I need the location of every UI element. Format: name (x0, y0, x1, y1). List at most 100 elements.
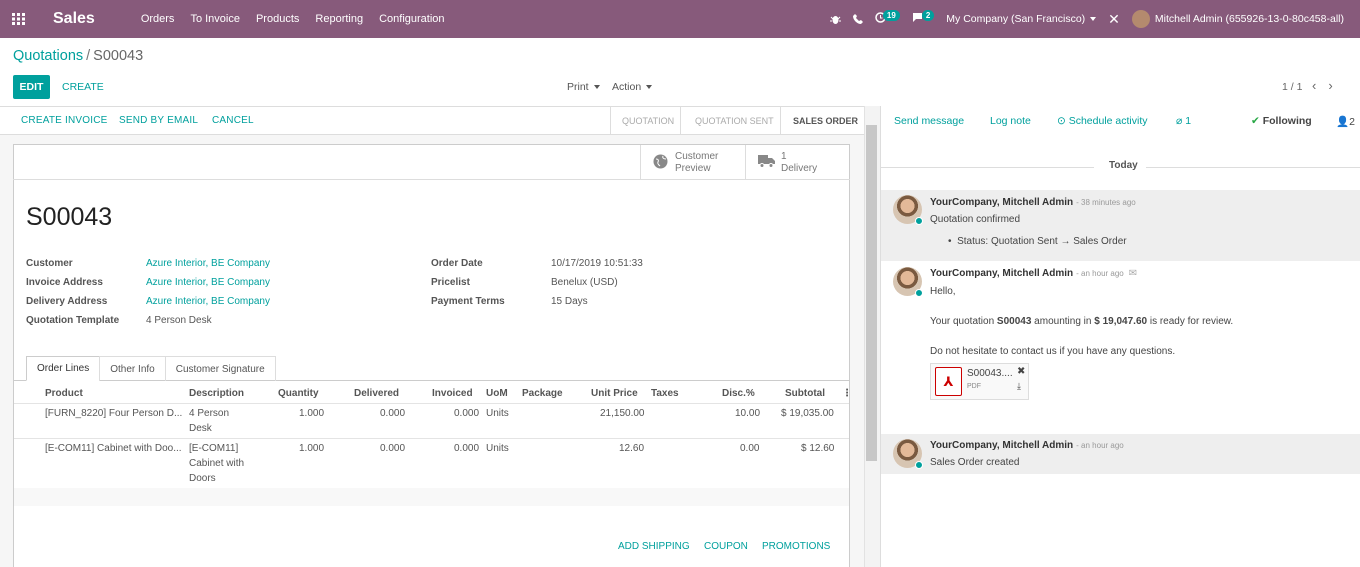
row1-description[interactable]: 4 Person Desk (189, 406, 229, 436)
delivery-count: 1 (781, 150, 787, 162)
online-status-icon (915, 289, 923, 297)
avatar (1131, 10, 1150, 28)
col-quantity[interactable]: Quantity (278, 388, 319, 399)
menu-to-invoice[interactable]: To Invoice (182, 13, 248, 25)
col-product[interactable]: Product (45, 388, 83, 399)
row1-invoiced: 0.000 (454, 408, 480, 419)
attachment-name[interactable]: S00043.... (967, 368, 1013, 379)
stage-sales-order[interactable]: SALES ORDER (793, 106, 858, 135)
apps-grid-icon[interactable] (0, 0, 38, 38)
message-2-author[interactable]: YourCompany, Mitchell Admin - an hour ago… (930, 268, 1137, 279)
col-delivered[interactable]: Delivered (354, 388, 399, 399)
pager-next[interactable]: › (1328, 78, 1332, 93)
message-3-author[interactable]: YourCompany, Mitchell Admin - an hour ago (930, 440, 1124, 451)
create-invoice-button[interactable]: CREATE INVOICE (21, 115, 108, 126)
promotions-button[interactable]: PROMOTIONS (762, 541, 830, 552)
delivery-button[interactable]: 1 Delivery (745, 145, 850, 180)
stage-quotation[interactable]: QUOTATION (622, 106, 674, 135)
row1-discount[interactable]: 10.00 (735, 406, 760, 421)
col-subtotal[interactable]: Subtotal (785, 388, 825, 399)
row2-invoiced: 0.000 (454, 443, 480, 454)
messaging-button[interactable]: 2 (912, 9, 935, 26)
delivery-label: 1 Delivery (781, 151, 817, 175)
download-icon[interactable]: ⤓ (1017, 381, 1021, 392)
company-switcher[interactable]: My Company (San Francisco) (946, 13, 1097, 25)
row1-unit-price[interactable]: 21,150.00 (600, 406, 645, 421)
avatar[interactable] (893, 267, 923, 297)
menu-reporting[interactable]: Reporting (307, 13, 371, 25)
scrollbar-thumb[interactable] (866, 125, 877, 461)
delivery-address-value[interactable]: Azure Interior, BE Company (146, 296, 270, 307)
col-package[interactable]: Package (522, 388, 563, 399)
row2-product[interactable]: [E-COM11] Cabinet with Doo... (45, 441, 182, 456)
customer-preview-line-2: Preview (675, 162, 711, 174)
row2-subtotal: $ 12.60 (801, 443, 835, 454)
bug-icon[interactable] (829, 14, 841, 25)
notebook-tabs: Order Lines Other Info Customer Signatur… (26, 356, 276, 381)
avatar[interactable] (893, 439, 923, 469)
action-dropdown[interactable]: Action (612, 81, 653, 93)
menu-configuration[interactable]: Configuration (371, 13, 452, 25)
action-label: Action (612, 81, 642, 93)
schedule-activity-button[interactable]: ⊙ Schedule activity (1057, 115, 1148, 127)
row1-subtotal: $ 19,035.00 (781, 408, 834, 419)
col-uom[interactable]: UoM (486, 388, 508, 399)
row2-discount[interactable]: 0.00 (740, 441, 759, 456)
tab-customer-signature[interactable]: Customer Signature (164, 356, 276, 381)
row2-description-line-3: Doors (189, 473, 216, 484)
tab-order-lines[interactable]: Order Lines (26, 356, 101, 381)
customer-preview-button[interactable]: Customer Preview (640, 145, 746, 180)
stage-quotation-sent[interactable]: QUOTATION SENT (695, 106, 774, 135)
menu-orders[interactable]: Orders (133, 13, 183, 25)
row2-description-line-2: Cabinet with (189, 458, 245, 469)
col-unit-price[interactable]: Unit Price (591, 388, 638, 399)
activity-button[interactable]: 19 (875, 9, 900, 26)
user-icon: 👤 (1336, 116, 1350, 128)
col-description[interactable]: Description (189, 388, 244, 399)
col-invoiced[interactable]: Invoiced (432, 388, 473, 399)
edit-button[interactable]: EDIT (13, 75, 50, 99)
chatter (880, 106, 1360, 567)
row1-quantity[interactable]: 1.000 (299, 406, 324, 421)
invoice-address-value[interactable]: Azure Interior, BE Company (146, 277, 270, 288)
message-1-author-name: YourCompany, Mitchell Admin (930, 197, 1074, 208)
create-button[interactable]: CREATE (62, 81, 104, 93)
message-2-author-name: YourCompany, Mitchell Admin (930, 268, 1074, 279)
message-3-body: Sales Order created (930, 457, 1020, 468)
pager-value[interactable]: 1 / 1 (1282, 81, 1302, 93)
row2-unit-price[interactable]: 12.60 (619, 441, 644, 456)
coupon-button[interactable]: COUPON (704, 541, 748, 552)
pdf-icon: ⅄ (935, 367, 962, 396)
avatar[interactable] (893, 195, 923, 225)
col-taxes[interactable]: Taxes (651, 388, 679, 399)
row2-quantity[interactable]: 1.000 (299, 441, 324, 456)
row2-description-line-1: [E-COM11] (189, 443, 239, 454)
quotation-template-label: Quotation Template (26, 315, 120, 326)
cancel-button[interactable]: CANCEL (212, 115, 254, 126)
attachments-button[interactable]: ⌀ 1 (1176, 115, 1191, 127)
log-note-button[interactable]: Log note (990, 115, 1031, 127)
row2-description[interactable]: [E-COM11] Cabinet with Doors (189, 441, 244, 486)
app-name[interactable]: Sales (53, 10, 95, 28)
table-empty-row (14, 488, 849, 506)
phone-icon[interactable] (852, 14, 863, 24)
following-button[interactable]: ✔ Following (1251, 115, 1312, 127)
row1-product[interactable]: [FURN_8220] Four Person D... (45, 406, 182, 421)
followers-button[interactable]: 👤2 (1336, 115, 1355, 128)
close-icon[interactable]: ✕ (1108, 11, 1120, 28)
send-message-button[interactable]: Send message (894, 115, 964, 127)
pager-previous[interactable]: ‹ (1312, 78, 1316, 93)
send-by-email-button[interactable]: SEND BY EMAIL (119, 115, 198, 126)
close-icon[interactable]: ✖ (1017, 366, 1025, 377)
customer-value[interactable]: Azure Interior, BE Company (146, 258, 270, 269)
col-discount[interactable]: Disc.% (722, 388, 755, 399)
breadcrumb-quotations[interactable]: Quotations (13, 48, 83, 64)
message-1-author[interactable]: YourCompany, Mitchell Admin - 38 minutes … (930, 197, 1136, 208)
tab-other-info[interactable]: Other Info (99, 356, 166, 381)
column-options-icon[interactable]: ⋮ (842, 388, 852, 399)
user-menu[interactable]: Mitchell Admin (655926-13-0-80c458-all) (1131, 10, 1344, 28)
add-shipping-button[interactable]: ADD SHIPPING (618, 541, 690, 552)
print-dropdown[interactable]: Print (567, 81, 600, 93)
menu-products[interactable]: Products (248, 13, 307, 25)
message-2-body-pre: Your quotation (930, 316, 997, 327)
